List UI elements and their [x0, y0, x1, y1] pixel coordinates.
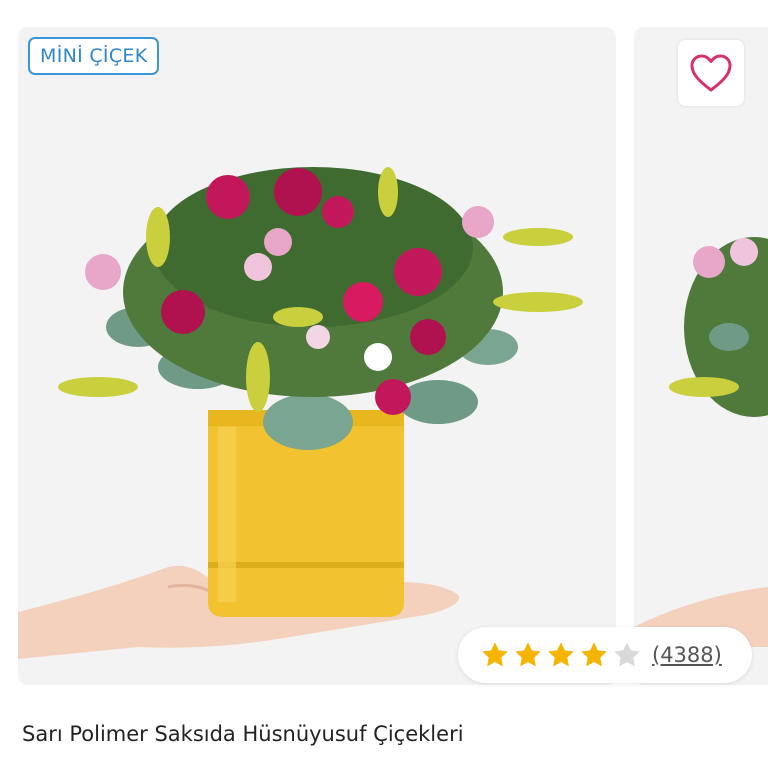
next-product-image	[634, 237, 768, 647]
next-product-card[interactable]	[634, 27, 768, 685]
product-title[interactable]: Sarı Polimer Saksıda Hüsnüyusuf Çiçekler…	[22, 722, 464, 746]
star-icon	[581, 642, 607, 667]
review-count[interactable]: (4388)	[652, 643, 722, 667]
product-image-card[interactable]: MİNİ ÇİÇEK	[18, 27, 616, 685]
star-icon	[515, 642, 541, 667]
product-image	[18, 167, 583, 659]
star-icon	[548, 642, 574, 667]
rating-stars	[480, 640, 642, 670]
category-badge: MİNİ ÇİÇEK	[28, 37, 160, 75]
star-icon	[614, 642, 640, 667]
heart-icon	[690, 54, 732, 92]
review-count-link[interactable]: (4388)	[652, 643, 722, 667]
rating-pill[interactable]: (4388)	[458, 627, 752, 683]
star-icon	[482, 642, 508, 667]
favorite-button[interactable]	[676, 38, 746, 108]
